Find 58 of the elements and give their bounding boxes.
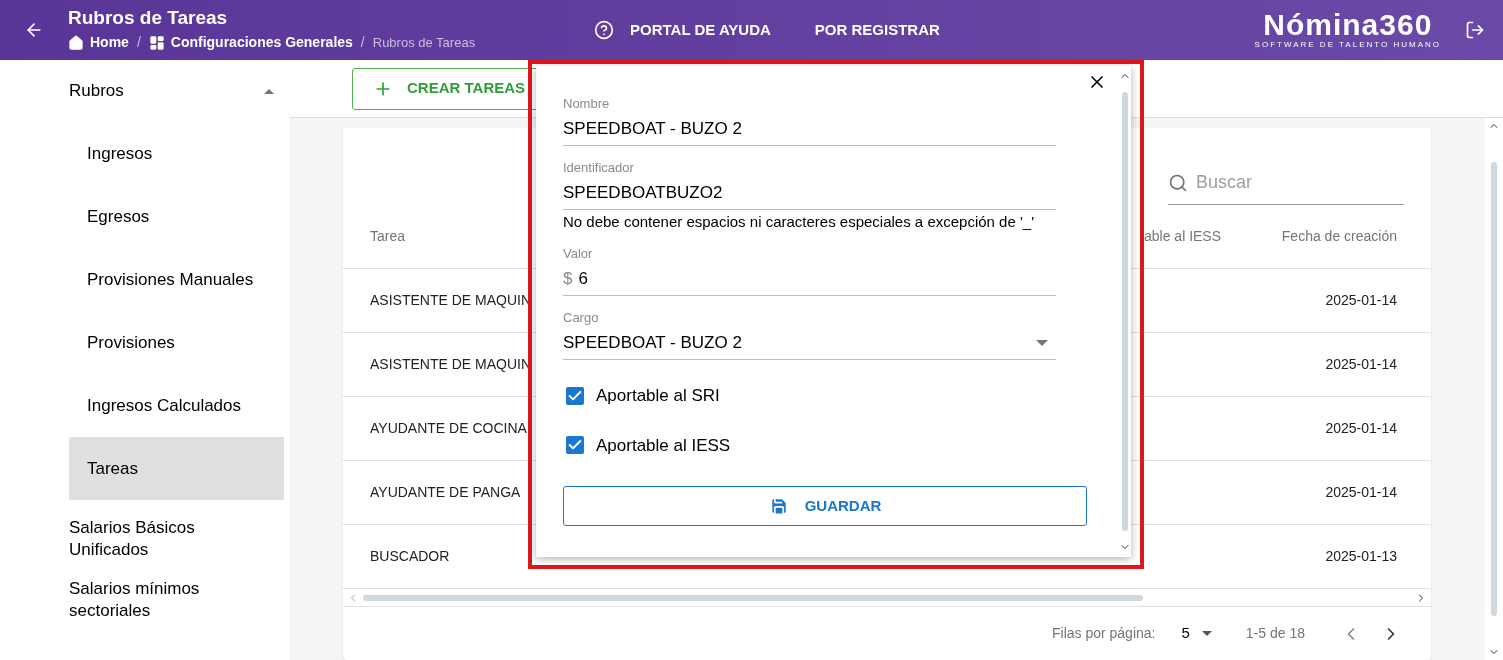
sidebar-item[interactable]: Ingresos — [69, 122, 284, 185]
table-cell-text: 2025-01-14 — [1325, 355, 1397, 374]
input-field[interactable]: $ 6 — [563, 262, 1056, 296]
rows-per-page-select[interactable]: 5 — [1181, 622, 1212, 645]
sidebar-item[interactable]: Ingresos Calculados — [69, 374, 284, 437]
breadcrumb-link[interactable]: Configuraciones Generales — [170, 32, 353, 53]
table-cell-text: 2025-01-14 — [1325, 419, 1397, 438]
save-button[interactable]: GUARDAR — [563, 486, 1087, 526]
search-field[interactable]: Buscar — [1196, 169, 1404, 196]
dropdown-icon — [1201, 631, 1212, 636]
sidebar-item[interactable]: Provisiones — [69, 311, 284, 374]
sidebar-group[interactable]: Rubros — [69, 60, 284, 122]
checkbox-label: Aportable al IESS — [596, 434, 731, 457]
nav-link[interactable]: POR REGISTRAR — [814, 18, 940, 42]
select-field[interactable]: SPEEDBOAT - BUZO 2 — [563, 326, 1056, 360]
helper-text: No debe contener espacios ni caracteres especiales a excepción de '_' — [563, 212, 1035, 232]
logo-name: Nómina360 — [1263, 10, 1433, 40]
logout-button[interactable] — [1465, 20, 1485, 40]
nav-link[interactable]: PORTAL DE AYUDA — [594, 18, 771, 42]
table-cell-text: 2025-01-14 — [1325, 291, 1397, 310]
sidebar-item[interactable]: Salarios Básicos Unificados — [69, 517, 229, 561]
table-cell-text: AYUDANTE DE COCINA — [369, 419, 528, 438]
column-header: Tarea — [369, 227, 407, 246]
checkbox[interactable] — [566, 386, 584, 405]
search-icon — [1168, 172, 1188, 193]
field-label: Identificador — [563, 160, 635, 176]
logout-icon — [1465, 20, 1485, 40]
sidebar-item[interactable]: Salarios mínimos sectoriales — [69, 578, 229, 622]
sidebar-item[interactable]: Provisiones Manuales — [69, 248, 284, 311]
breadcrumb-separator: / — [360, 33, 365, 52]
column-header: able al IESS — [1144, 227, 1223, 246]
field-label: Cargo — [563, 310, 600, 326]
field-label: Valor — [563, 246, 594, 262]
table-cell-text: 2025-01-13 — [1325, 547, 1397, 566]
sidebar-item[interactable]: Tareas — [69, 437, 284, 500]
breadcrumb-link[interactable]: Rubros de Tareas — [372, 32, 476, 53]
checkbox-label: Aportable al SRI — [596, 385, 720, 407]
input-field[interactable]: SPEEDBOATBUZO2 — [563, 176, 1056, 210]
help-icon — [594, 20, 614, 40]
table-cell-text: 2025-01-14 — [1325, 483, 1397, 502]
logo-tagline: SOFTWARE DE TALENTO HUMANO — [1254, 40, 1441, 50]
page-scrollbar[interactable] — [1485, 118, 1503, 660]
dashboard-icon — [148, 34, 165, 51]
checkbox[interactable] — [566, 436, 584, 455]
table-cell-text: BUSCADOR — [369, 547, 451, 566]
rows-per-page-label: Filas por página: — [1051, 624, 1156, 643]
field-label: Nombre — [563, 96, 611, 112]
input-field[interactable]: SPEEDBOAT - BUZO 2 — [563, 112, 1056, 146]
page-range: 1-5 de 18 — [1245, 624, 1305, 643]
currency-prefix: $ — [563, 267, 573, 290]
breadcrumb-link[interactable]: Home — [90, 32, 129, 53]
page-title: Rubros de Tareas — [68, 7, 229, 29]
home-icon — [68, 34, 84, 51]
sidebar-item[interactable]: Egresos — [69, 185, 284, 248]
column-header: Fecha de creación — [1280, 227, 1398, 246]
breadcrumb-separator: / — [136, 33, 141, 52]
table-cell-text: AYUDANTE DE PANGA — [369, 483, 522, 502]
dropdown-icon — [1036, 339, 1048, 346]
